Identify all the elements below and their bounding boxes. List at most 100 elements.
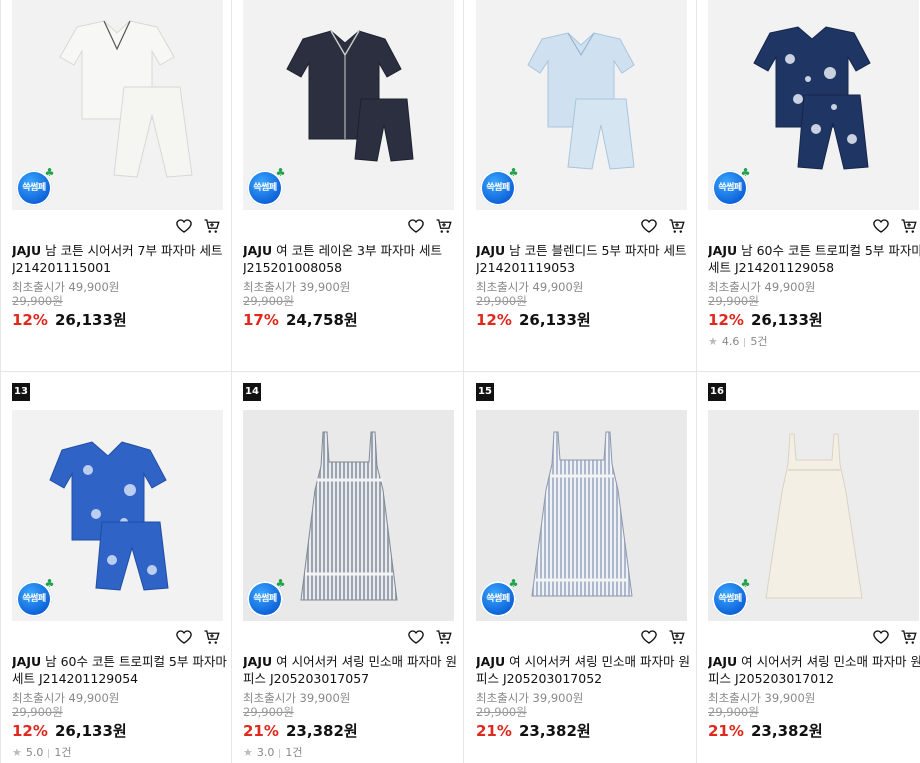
brand-name: JAJU: [12, 654, 42, 669]
review-summary[interactable]: ★ 3.0 1건: [243, 746, 458, 760]
heart-outline-icon[interactable]: [872, 628, 890, 646]
review-count: 5건: [750, 335, 768, 348]
cart-icon[interactable]: [668, 628, 686, 646]
heart-outline-icon[interactable]: [407, 628, 425, 646]
original-price: 29,900원: [476, 705, 527, 719]
first-release-price: 최초출시가 39,900원: [476, 691, 584, 705]
product-image[interactable]: 쓱썸페 ♣: [243, 0, 454, 210]
discount-rate: 12%: [12, 311, 48, 329]
product-title[interactable]: JAJU 남 코튼 블렌디드 5부 파자마 세트 J214201119053: [476, 242, 691, 276]
product-card[interactable]: 14 쓱썸페 ♣ JAJU 여 시어서커 셔링 민소매 파자마 원피스 J2052…: [232, 372, 464, 763]
rating-value: 3.0: [256, 746, 275, 759]
original-price: 29,900원: [708, 294, 759, 308]
discount-rate: 12%: [708, 311, 744, 329]
brand-name: JAJU: [12, 243, 42, 258]
first-release-price: 최초출시가 49,900원: [476, 280, 584, 294]
product-card[interactable]: 16 쓱썸페 ♣ JAJU 여 시어서커 셔링 민소매 파자마 원피스 J2052…: [697, 372, 920, 763]
ssg-summer-badge-icon: 쓱썸페 ♣: [16, 578, 55, 617]
rank-badge: 13: [12, 383, 30, 401]
rank-badge: 14: [243, 383, 261, 401]
discount-rate: 12%: [476, 311, 512, 329]
product-card[interactable]: 쓱썸페 ♣ JAJU 남 코튼 시어서커 7부 파자마 세트 J214201115…: [0, 0, 232, 371]
ssg-summer-badge-icon: 쓱썸페 ♣: [16, 167, 55, 206]
discount-rate: 21%: [476, 722, 512, 740]
product-image[interactable]: 쓱썸페 ♣: [708, 0, 919, 210]
review-count: 1건: [54, 746, 72, 759]
heart-outline-icon[interactable]: [175, 217, 193, 235]
brand-name: JAJU: [243, 243, 273, 258]
product-card[interactable]: 15 쓱썸페 ♣ JAJU 여 시어서커 셔링 민소매 파자마 원피스 J2052…: [465, 372, 697, 763]
product-image[interactable]: 쓱썸페 ♣: [708, 410, 919, 621]
heart-outline-icon[interactable]: [640, 217, 658, 235]
rank-badge: 15: [476, 383, 494, 401]
ssg-summer-badge-icon: 쓱썸페 ♣: [247, 578, 286, 617]
original-price: 29,900원: [243, 294, 294, 308]
sale-price: 26,133원: [55, 722, 127, 740]
product-image[interactable]: 쓱썸페 ♣: [476, 0, 687, 210]
cart-icon[interactable]: [900, 217, 918, 235]
cart-icon[interactable]: [203, 628, 221, 646]
sale-price: 24,758원: [286, 311, 358, 329]
ssg-summer-badge-icon: 쓱썸페 ♣: [712, 578, 751, 617]
product-image[interactable]: 쓱썸페 ♣: [12, 0, 223, 210]
brand-name: JAJU: [243, 654, 273, 669]
product-card[interactable]: 쓱썸페 ♣ JAJU 여 코튼 레이온 3부 파자마 세트 J2152010080…: [232, 0, 464, 371]
product-card[interactable]: 쓱썸페 ♣ JAJU 남 60수 코튼 트로피컬 5부 파자마 세트 J21420…: [697, 0, 920, 371]
cart-icon[interactable]: [435, 628, 453, 646]
discount-rate: 17%: [243, 311, 279, 329]
heart-outline-icon[interactable]: [175, 628, 193, 646]
brand-name: JAJU: [476, 654, 506, 669]
review-summary[interactable]: ★ 5.0 1건: [12, 746, 227, 760]
cart-icon[interactable]: [900, 628, 918, 646]
product-card[interactable]: 쓱썸페 ♣ JAJU 남 코튼 블렌디드 5부 파자마 세트 J214201119…: [465, 0, 697, 371]
review-summary[interactable]: ★ 4.6 5건: [708, 335, 920, 349]
sale-price: 23,382원: [751, 722, 823, 740]
product-title[interactable]: JAJU 여 시어서커 셔링 민소매 파자마 원피스 J205203017057: [243, 653, 458, 687]
product-title[interactable]: JAJU 남 코튼 시어서커 7부 파자마 세트 J214201115001: [12, 242, 227, 276]
cart-icon[interactable]: [668, 217, 686, 235]
product-title[interactable]: JAJU 여 시어서커 셔링 민소매 파자마 원피스 J205203017052: [476, 653, 691, 687]
sale-price: 26,133원: [519, 311, 591, 329]
product-row: 13 쓱썸페 ♣ JAJU 남 60수 코튼 트로피컬 5부 파자마 세트 J21…: [0, 372, 920, 763]
first-release-price: 최초출시가 39,900원: [708, 691, 816, 705]
product-title[interactable]: JAJU 여 시어서커 셔링 민소매 파자마 원피스 J205203017012: [708, 653, 920, 687]
ssg-summer-badge-icon: 쓱썸페 ♣: [480, 167, 519, 206]
sale-price: 26,133원: [751, 311, 823, 329]
ssg-summer-badge-icon: 쓱썸페 ♣: [247, 167, 286, 206]
first-release-price: 최초출시가 49,900원: [12, 280, 120, 294]
sale-price: 23,382원: [286, 722, 358, 740]
sale-price: 23,382원: [519, 722, 591, 740]
discount-rate: 21%: [243, 722, 279, 740]
cart-icon[interactable]: [435, 217, 453, 235]
rating-value: 4.6: [721, 335, 740, 348]
first-release-price: 최초출시가 39,900원: [243, 280, 351, 294]
first-release-price: 최초출시가 49,900원: [708, 280, 816, 294]
first-release-price: 최초출시가 49,900원: [12, 691, 120, 705]
product-image[interactable]: 쓱썸페 ♣: [243, 410, 454, 621]
original-price: 29,900원: [476, 294, 527, 308]
product-image[interactable]: 쓱썸페 ♣: [476, 410, 687, 621]
original-price: 29,900원: [12, 705, 63, 719]
star-icon: ★: [243, 746, 253, 759]
heart-outline-icon[interactable]: [872, 217, 890, 235]
product-grid: 쓱썸페 ♣ JAJU 남 코튼 시어서커 7부 파자마 세트 J214201115…: [0, 0, 920, 763]
brand-name: JAJU: [708, 243, 738, 258]
star-icon: ★: [708, 335, 718, 348]
rank-badge: 16: [708, 383, 726, 401]
product-title[interactable]: JAJU 남 60수 코튼 트로피컬 5부 파자마 세트 J2142011290…: [12, 653, 227, 687]
product-card[interactable]: 13 쓱썸페 ♣ JAJU 남 60수 코튼 트로피컬 5부 파자마 세트 J21…: [0, 372, 232, 763]
product-title[interactable]: JAJU 남 60수 코튼 트로피컬 5부 파자마 세트 J2142011290…: [708, 242, 920, 276]
heart-outline-icon[interactable]: [407, 217, 425, 235]
product-image[interactable]: 쓱썸페 ♣: [12, 410, 223, 621]
discount-rate: 21%: [708, 722, 744, 740]
original-price: 29,900원: [243, 705, 294, 719]
star-icon: ★: [12, 746, 22, 759]
sale-price: 26,133원: [55, 311, 127, 329]
original-price: 29,900원: [708, 705, 759, 719]
product-title[interactable]: JAJU 여 코튼 레이온 3부 파자마 세트 J215201008058: [243, 242, 458, 276]
cart-icon[interactable]: [203, 217, 221, 235]
heart-outline-icon[interactable]: [640, 628, 658, 646]
brand-name: JAJU: [708, 654, 738, 669]
ssg-summer-badge-icon: 쓱썸페 ♣: [480, 578, 519, 617]
review-count: 1건: [285, 746, 303, 759]
